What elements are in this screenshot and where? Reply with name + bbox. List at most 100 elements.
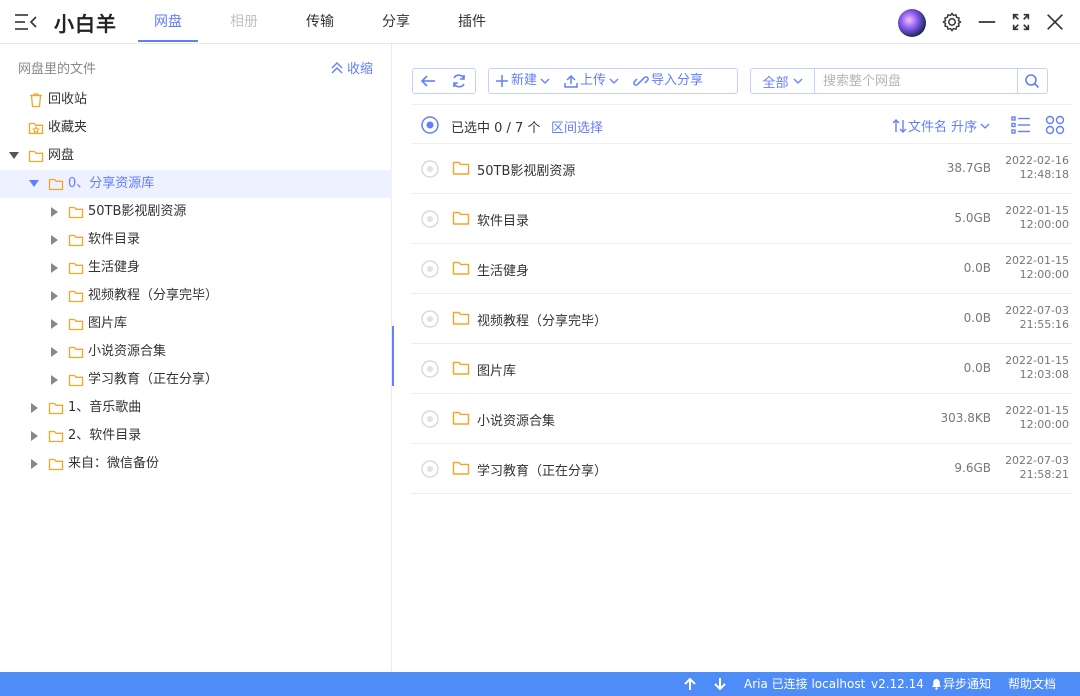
nav-tab-4[interactable]: 插件: [442, 0, 502, 44]
file-name: 软件目录: [477, 214, 530, 229]
version-label[interactable]: v2.12.14: [871, 672, 924, 696]
file-row[interactable]: 小说资源合集 303.8KB 2022-01-15 12:00:00: [411, 394, 1073, 444]
minimize-icon[interactable]: [976, 11, 998, 33]
caret-right-icon[interactable]: [28, 422, 40, 450]
file-row[interactable]: 50TB影视剧资源 38.7GB 2022-02-16 12:48:18: [411, 144, 1073, 194]
help-docs-link[interactable]: 帮助文档: [1008, 672, 1056, 696]
caret-right-icon[interactable]: [48, 338, 60, 366]
file-row[interactable]: 软件目录 5.0GB 2022-01-15 12:00:00: [411, 194, 1073, 244]
nav-tab-2[interactable]: 传输: [290, 0, 350, 44]
file-modified: 2022-01-15 12:00:00: [999, 204, 1069, 232]
settings-gear-icon[interactable]: [941, 11, 963, 33]
file-modified: 2022-02-16 12:48:18: [999, 154, 1069, 182]
file-time: 12:03:08: [1019, 368, 1069, 381]
file-modified: 2022-01-15 12:03:08: [999, 354, 1069, 382]
async-notice-label: 异步通知: [943, 677, 992, 691]
file-row[interactable]: 图片库 0.0B 2022-01-15 12:03:08: [411, 344, 1073, 394]
file-modified: 2022-01-15 12:00:00: [999, 404, 1069, 432]
caret-right-icon[interactable]: [48, 310, 60, 338]
download-arrow-icon[interactable]: [714, 677, 726, 691]
tree-item[interactable]: 小说资源合集: [0, 338, 392, 366]
link-icon: [633, 76, 649, 86]
select-all-radio[interactable]: [421, 116, 439, 134]
caret-down-icon[interactable]: [28, 170, 40, 198]
range-select-link[interactable]: 区间选择: [551, 117, 603, 136]
file-row[interactable]: 学习教育（正在分享） 9.6GB 2022-07-03 21:58:21: [411, 444, 1073, 494]
row-select-radio[interactable]: [421, 160, 439, 178]
avatar[interactable]: [898, 9, 926, 37]
row-select-radio[interactable]: [421, 210, 439, 228]
close-icon[interactable]: [1044, 11, 1066, 33]
tree-item-label: 软件目录: [88, 232, 141, 247]
tree-item-label: 回收站: [48, 92, 88, 107]
file-date: 2022-01-15: [1005, 254, 1069, 267]
caret-right-icon[interactable]: [48, 282, 60, 310]
upload-button[interactable]: 上传: [558, 69, 627, 93]
file-row[interactable]: 视频教程（分享完毕） 0.0B 2022-07-03 21:55:16: [411, 294, 1073, 344]
row-select-radio[interactable]: [421, 310, 439, 328]
list-view-icon[interactable]: [1011, 115, 1031, 135]
import-share-button[interactable]: 导入分享: [627, 69, 709, 93]
sort-label: 文件名 升序: [908, 120, 978, 135]
row-select-radio[interactable]: [421, 410, 439, 428]
chevron-down-icon: [609, 78, 619, 84]
file-size: 303.8KB: [940, 411, 991, 425]
nav-tab-3[interactable]: 分享: [366, 0, 426, 44]
tree-item[interactable]: 来自：微信备份: [0, 450, 392, 478]
caret-right-icon[interactable]: [48, 366, 60, 394]
file-name: 50TB影视剧资源: [477, 164, 576, 179]
caret-right-icon[interactable]: [48, 226, 60, 254]
tree-item[interactable]: 学习教育（正在分享）: [0, 366, 392, 394]
tree-item[interactable]: 2、软件目录: [0, 422, 392, 450]
search-input[interactable]: [815, 69, 1017, 93]
aria-status[interactable]: Aria 已连接 localhost: [744, 672, 865, 696]
caret-right-icon[interactable]: [48, 254, 60, 282]
nav-tab-0[interactable]: 网盘: [138, 0, 198, 44]
back-button[interactable]: [413, 69, 444, 93]
caret-right-icon[interactable]: [48, 198, 60, 226]
async-notice-button[interactable]: 异步通知: [931, 672, 991, 696]
file-size: 9.6GB: [954, 461, 991, 475]
caret-right-icon[interactable]: [28, 394, 40, 422]
tree-item[interactable]: 收藏夹: [0, 114, 392, 142]
new-button[interactable]: 新建: [489, 69, 558, 93]
tree-item[interactable]: 回收站: [0, 86, 392, 114]
sort-button[interactable]: 文件名 升序: [892, 116, 990, 135]
row-select-radio[interactable]: [421, 260, 439, 278]
collapse-button[interactable]: 收缩: [330, 58, 373, 77]
row-select-radio[interactable]: [421, 460, 439, 478]
caret-right-icon[interactable]: [28, 450, 40, 478]
tree-item[interactable]: 0、分享资源库: [0, 170, 392, 198]
menu-toggle-icon[interactable]: [14, 12, 38, 32]
refresh-button[interactable]: [444, 69, 475, 93]
grid-view-icon[interactable]: [1045, 115, 1065, 135]
arrow-left-icon: [420, 75, 435, 87]
selection-count: 已选中 0 / 7 个: [451, 121, 541, 136]
nav-tab-1[interactable]: 相册: [214, 0, 274, 44]
tree-item[interactable]: 网盘: [0, 142, 392, 170]
file-date: 2022-01-15: [1005, 354, 1069, 367]
search-button[interactable]: [1017, 69, 1045, 93]
tree-item[interactable]: 生活健身: [0, 254, 392, 282]
bell-icon: [932, 679, 941, 690]
caret-down-icon[interactable]: [8, 142, 20, 170]
sidebar-heading: 网盘里的文件: [18, 62, 97, 77]
file-time: 21:58:21: [1019, 468, 1069, 481]
tree-item[interactable]: 50TB影视剧资源: [0, 198, 392, 226]
folder-icon: [452, 411, 470, 425]
file-date: 2022-01-15: [1005, 204, 1069, 217]
maximize-icon[interactable]: [1010, 11, 1032, 33]
upload-arrow-icon[interactable]: [684, 677, 696, 691]
nav-buttons: [412, 68, 476, 94]
file-name: 学习教育（正在分享）: [477, 464, 608, 479]
tree-item[interactable]: 图片库: [0, 310, 392, 338]
tree-item[interactable]: 软件目录: [0, 226, 392, 254]
row-select-radio[interactable]: [421, 360, 439, 378]
search-scope-select[interactable]: 全部: [751, 69, 815, 93]
file-row[interactable]: 生活健身 0.0B 2022-01-15 12:00:00: [411, 244, 1073, 294]
folder-icon: [452, 261, 470, 275]
tree-item-label: 0、分享资源库: [68, 176, 155, 191]
tree-item[interactable]: 视频教程（分享完毕）: [0, 282, 392, 310]
file-time: 21:55:16: [1019, 318, 1069, 331]
tree-item[interactable]: 1、音乐歌曲: [0, 394, 392, 422]
